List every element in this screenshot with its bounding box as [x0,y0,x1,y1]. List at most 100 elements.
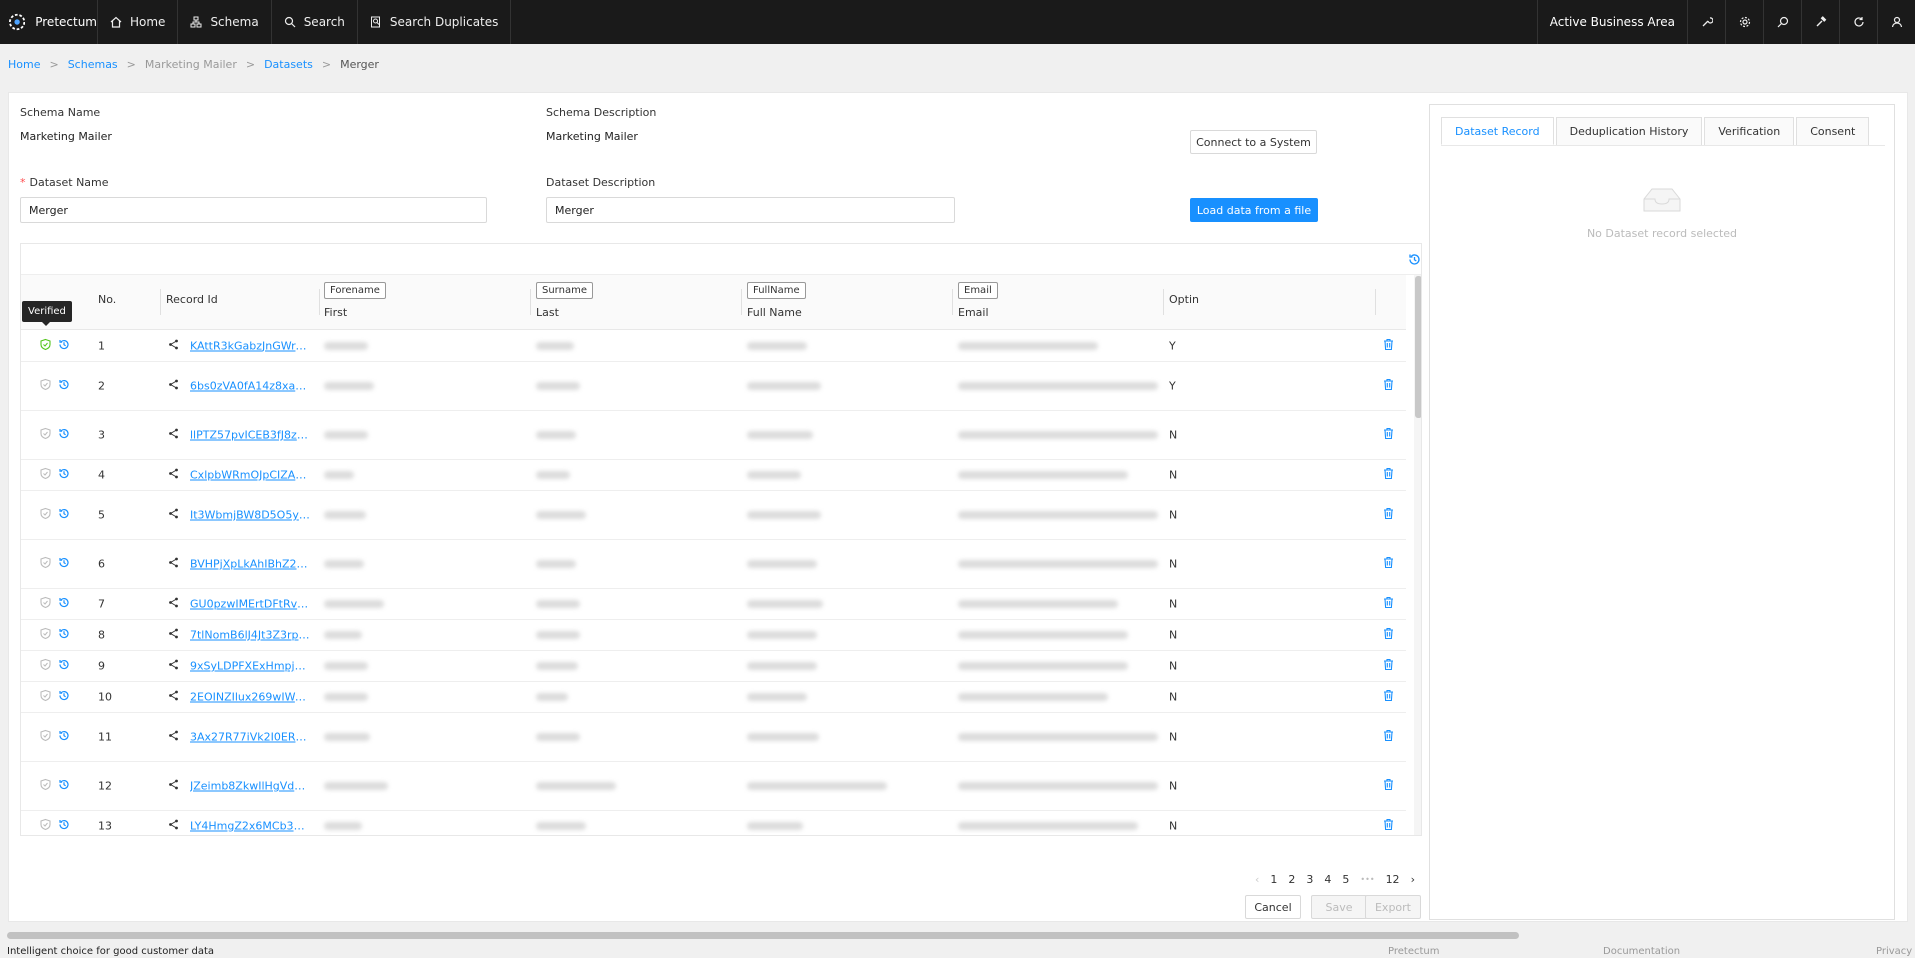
optin-value[interactable]: N [1169,731,1177,744]
table-row[interactable]: 10 2EOINZIlux269wIWojh... N [21,682,1406,713]
share-icon[interactable] [168,730,179,744]
optin-value[interactable]: Y [1169,339,1176,352]
table-row[interactable]: 3 llPTZ57pvICEB3fJ8zjrAo N [21,411,1406,460]
share-icon[interactable] [168,468,179,482]
full-name-redacted[interactable] [747,693,807,701]
history-icon[interactable] [58,779,70,794]
verified-shield-icon[interactable] [40,556,51,572]
first-name-redacted[interactable] [324,511,366,519]
nav-home[interactable]: Home [98,0,179,44]
record-id-link[interactable]: JZeimb8ZkwIlHgVdOK... [190,780,310,793]
footer-link-pretectum[interactable]: Pretectum [1388,946,1439,957]
history-icon[interactable] [58,557,70,572]
email-redacted[interactable] [958,471,1128,479]
footer-link-privacy[interactable]: Privacy [1876,946,1912,957]
page-12[interactable]: 12 [1386,873,1400,886]
verified-shield-icon[interactable] [40,818,51,834]
horizontal-scrollbar[interactable] [7,931,1907,940]
brand[interactable]: Pretectum [0,0,98,44]
full-name-redacted[interactable] [747,471,801,479]
history-icon[interactable] [58,508,70,523]
full-name-redacted[interactable] [747,341,807,350]
verified-shield-icon[interactable] [40,596,51,612]
verified-shield-icon[interactable] [40,467,51,483]
last-name-redacted[interactable] [536,822,586,830]
first-name-redacted[interactable] [324,471,354,479]
page-4[interactable]: 4 [1324,873,1331,886]
nav-search[interactable]: Search [272,0,358,44]
full-name-redacted[interactable] [747,560,817,568]
history-icon[interactable] [58,628,70,643]
first-name-redacted[interactable] [324,822,362,830]
history-icon[interactable] [58,730,70,745]
table-row[interactable]: 13 LY4HmgZ2x6MCb3m8... N [21,811,1406,835]
first-name-redacted[interactable] [324,560,364,568]
horizontal-scrollbar-thumb[interactable] [7,932,1519,939]
refresh-icon[interactable] [1839,0,1877,44]
table-vertical-scrollbar[interactable] [1414,275,1421,835]
history-icon[interactable] [58,379,70,394]
full-name-redacted[interactable] [747,631,817,639]
email-redacted[interactable] [958,782,1158,790]
tab-dataset-record[interactable]: Dataset Record [1441,117,1554,145]
record-id-link[interactable]: GU0pzwIMErtDFtRvIm... [190,598,310,611]
record-id-link[interactable]: 3Ax27R77iVk2I0ER8Dr... [190,731,310,744]
save-button[interactable]: Save [1311,895,1367,919]
tab-consent[interactable]: Consent [1796,117,1870,145]
full-name-redacted[interactable] [747,382,821,390]
table-row[interactable]: 4 CxlpbWRmOJpCIZA8x... N [21,460,1406,491]
share-icon[interactable] [168,659,179,673]
optin-value[interactable]: N [1169,469,1177,482]
first-name-redacted[interactable] [324,733,370,741]
last-name-redacted[interactable] [536,382,580,390]
optin-value[interactable]: Y [1169,380,1176,393]
delete-icon[interactable] [1383,556,1394,572]
first-name-redacted[interactable] [324,431,368,439]
record-id-link[interactable]: CxlpbWRmOJpCIZA8x... [190,469,310,482]
verified-shield-icon[interactable] [40,729,51,745]
optin-value[interactable]: N [1169,509,1177,522]
verified-shield-icon[interactable] [40,427,51,443]
delete-icon[interactable] [1383,378,1394,394]
share-icon[interactable] [168,339,179,353]
record-id-link[interactable]: BVHPjXpLkAhIBhZ2XI... [190,558,310,571]
header-email[interactable]: Email [958,306,989,319]
delete-icon[interactable] [1383,818,1394,834]
page-3[interactable]: 3 [1306,873,1313,886]
delete-icon[interactable] [1383,778,1394,794]
first-name-redacted[interactable] [324,782,388,790]
verified-shield-icon[interactable] [40,627,51,643]
share-icon[interactable] [168,508,179,522]
hammer-icon[interactable] [1801,0,1839,44]
header-optin[interactable]: Optin [1169,293,1199,306]
dataset-name-input[interactable]: Merger [20,197,487,223]
history-icon[interactable] [58,659,70,674]
verified-shield-icon[interactable] [40,658,51,674]
footer-link-documentation[interactable]: Documentation [1603,946,1680,957]
full-name-redacted[interactable] [747,733,819,741]
active-business-area[interactable]: Active Business Area [1536,0,1687,44]
history-icon[interactable] [58,597,70,612]
verified-shield-icon[interactable] [40,507,51,523]
history-icon[interactable] [58,819,70,834]
delete-icon[interactable] [1383,507,1394,523]
delete-icon[interactable] [1383,596,1394,612]
email-redacted[interactable] [958,511,1158,519]
full-name-redacted[interactable] [747,600,823,608]
table-row[interactable]: 5 It3WbmjBW8D5O5y98... N [21,491,1406,540]
first-name-redacted[interactable] [324,341,368,350]
export-button[interactable]: Export [1365,895,1421,919]
email-redacted[interactable] [958,733,1158,741]
last-name-redacted[interactable] [536,471,570,479]
tab-verification[interactable]: Verification [1704,117,1795,145]
last-name-redacted[interactable] [536,600,580,608]
delete-icon[interactable] [1383,467,1394,483]
share-icon[interactable] [168,628,179,642]
table-row[interactable]: 6 BVHPjXpLkAhIBhZ2XI... N [21,540,1406,589]
record-id-link[interactable]: It3WbmjBW8D5O5y98... [190,509,310,522]
record-id-link[interactable]: 7tlNomB6lJ4Jt3Z3rpY4kl [190,629,310,642]
dataset-description-input[interactable]: Merger [546,197,955,223]
table-row[interactable]: 1 KAttR3kGabzJnGWrdl... Y [21,330,1406,362]
page-5[interactable]: 5 [1342,873,1349,886]
delete-icon[interactable] [1383,658,1394,674]
